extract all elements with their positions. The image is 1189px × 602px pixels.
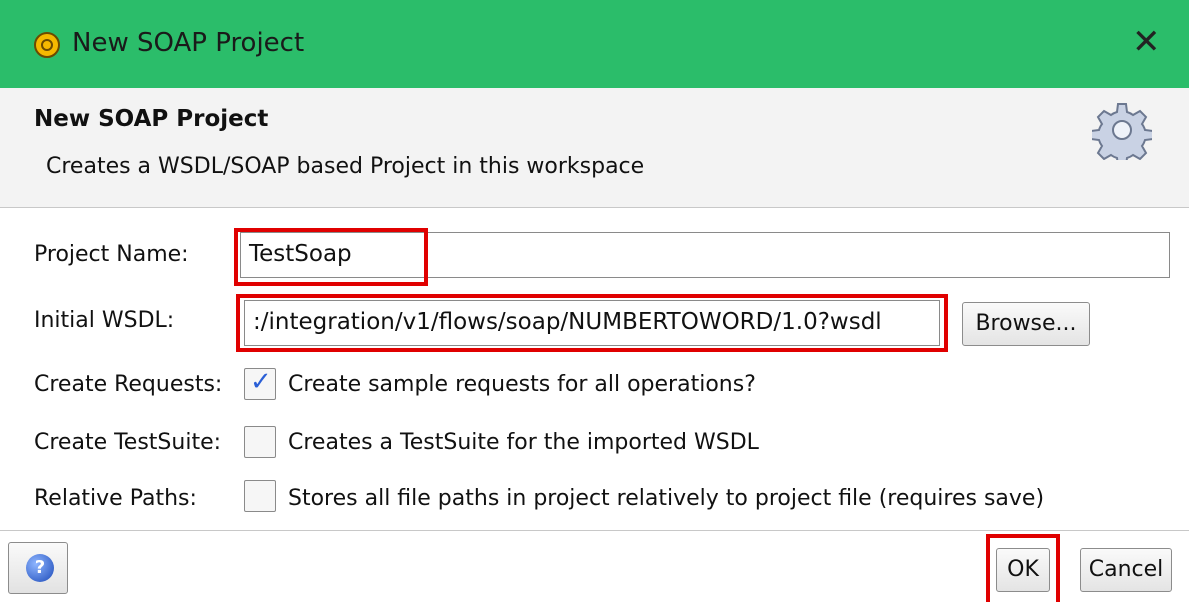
initial-wsdl-label: Initial WSDL:	[34, 308, 175, 333]
relative-paths-label: Relative Paths:	[34, 486, 197, 511]
relative-paths-checkbox[interactable]	[244, 480, 276, 512]
checkmark-icon: ✓	[250, 367, 272, 397]
create-requests-text: Create sample requests for all operation…	[288, 372, 756, 397]
cancel-button[interactable]: Cancel	[1080, 548, 1172, 592]
highlight-box-project-name	[234, 228, 428, 286]
relative-paths-text: Stores all file paths in project relativ…	[288, 486, 1045, 511]
soapui-logo-icon	[34, 32, 60, 58]
window-title: New SOAP Project	[72, 28, 305, 58]
highlight-box-ok	[986, 534, 1060, 602]
footer-divider	[0, 530, 1189, 531]
create-testsuite-checkbox[interactable]	[244, 426, 276, 458]
create-testsuite-text: Creates a TestSuite for the imported WSD…	[288, 430, 759, 455]
header-title: New SOAP Project	[34, 106, 269, 132]
help-icon: ?	[26, 554, 54, 582]
dialog-header: New SOAP Project Creates a WSDL/SOAP bas…	[0, 88, 1189, 208]
dialog-body: Project Name: TestSoap Initial WSDL: :/i…	[0, 208, 1189, 602]
close-icon[interactable]: ✕	[1132, 22, 1161, 62]
title-bar: New SOAP Project ✕	[0, 0, 1189, 88]
create-requests-label: Create Requests:	[34, 372, 223, 397]
gear-icon	[1092, 103, 1152, 160]
header-description: Creates a WSDL/SOAP based Project in thi…	[46, 154, 645, 179]
project-name-label: Project Name:	[34, 242, 189, 267]
help-button[interactable]: ?	[8, 542, 68, 594]
create-requests-checkbox[interactable]: ✓	[244, 367, 276, 400]
browse-button[interactable]: Browse...	[962, 302, 1090, 346]
highlight-box-wsdl	[236, 294, 948, 352]
create-testsuite-label: Create TestSuite:	[34, 430, 222, 455]
